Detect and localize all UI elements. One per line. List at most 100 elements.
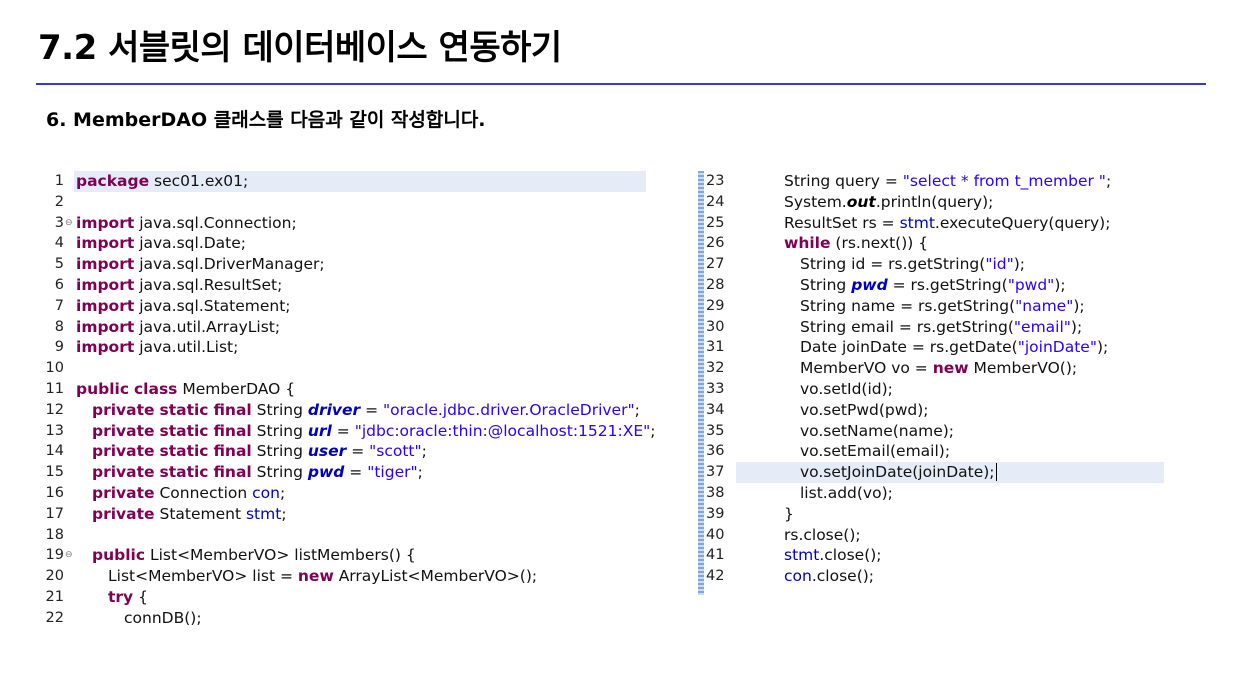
code-line: 5 import java.sql.DriverManager; [36, 254, 656, 275]
code-panel-right: 23 String query = "select * from t_member… [698, 171, 1168, 587]
code-text: private Statement stmt; [92, 504, 287, 523]
line-number: 27 [706, 256, 725, 273]
line-number: 23 [706, 173, 725, 189]
line-number: 28 [706, 276, 725, 293]
line-number: 41 [706, 547, 725, 564]
line-number: 34 [706, 401, 725, 418]
code-line: 3 ⊖ import java.sql.Connection; [36, 213, 656, 234]
code-line: 11 public class MemberDAO { [36, 379, 656, 400]
code-line: 2 [36, 192, 656, 213]
line-number: 24 [706, 193, 725, 210]
code-line: 10 [36, 358, 656, 379]
code-line: 24 System.out.println(query); [698, 192, 1168, 213]
code-text: stmt.close(); [784, 546, 882, 565]
code-text: con.close(); [784, 567, 875, 586]
code-text: Date joinDate = rs.getDate("joinDate"); [800, 338, 1109, 357]
code-text: private Connection con; [92, 483, 286, 502]
fold-icon[interactable]: ⊖ [65, 213, 73, 234]
code-text: vo.setEmail(email); [800, 442, 951, 461]
code-line: 33 vo.setId(id); [698, 379, 1168, 400]
code-line: 30 String email = rs.getString("email"); [698, 317, 1168, 338]
code-line: 6 import java.sql.ResultSet; [36, 275, 656, 296]
line-number: 20 [45, 568, 64, 585]
code-line: 23 String query = "select * from t_member… [698, 171, 1168, 192]
code-line: 32 MemberVO vo = new MemberVO(); [698, 358, 1168, 379]
code-line: 9 import java.util.List; [36, 337, 656, 358]
code-text: public class MemberDAO { [76, 379, 296, 398]
line-number: 2 [54, 193, 64, 210]
code-text: rs.close(); [784, 525, 861, 544]
code-line: 12 private static final String driver = "… [36, 400, 656, 421]
line-number: 10 [45, 360, 64, 377]
code-text: import java.sql.DriverManager; [76, 255, 325, 274]
line-number: 25 [706, 214, 725, 231]
code-line: 34 vo.setPwd(pwd); [698, 400, 1168, 421]
code-text: import java.util.ArrayList; [76, 317, 281, 336]
code-line: 4 import java.sql.Date; [36, 233, 656, 254]
code-line: 35 vo.setName(name); [698, 421, 1168, 442]
fold-icon[interactable]: ⊖ [65, 545, 73, 566]
code-text: vo.setName(name); [800, 421, 955, 440]
code-text: String name = rs.getString("name"); [800, 296, 1085, 315]
code-panel-left: 1 package sec01.ex01; 2 3 ⊖ import java.sql… [36, 171, 656, 629]
line-number: 21 [45, 588, 64, 605]
code-line: 25 ResultSet rs = stmt.executeQuery(query… [698, 213, 1168, 234]
line-number: 15 [45, 464, 64, 481]
code-text: private static final String url = "jdbc:… [92, 421, 656, 440]
code-text: vo.setPwd(pwd); [800, 400, 929, 419]
code-line: 13 private static final String url = "jdb… [36, 421, 656, 442]
line-number: 17 [45, 505, 64, 522]
code-text: private static final String driver = "or… [92, 400, 640, 419]
line-number: 13 [45, 422, 64, 439]
code-text: connDB(); [124, 608, 202, 627]
line-number: 8 [54, 318, 64, 335]
line-number: 39 [706, 505, 725, 522]
code-line: 29 String name = rs.getString("name"); [698, 296, 1168, 317]
line-number: 7 [54, 297, 64, 314]
line-number: 9 [54, 339, 64, 356]
code-line: 15 private static final String pwd = "tig… [36, 462, 656, 483]
line-number: 6 [54, 276, 64, 293]
line-number: 16 [45, 484, 64, 501]
code-line: 16 private Connection con; [36, 483, 656, 504]
line-number: 19 [45, 547, 64, 564]
line-number: 29 [706, 297, 725, 314]
code-text: private static final String user = "scot… [92, 442, 427, 461]
line-number: 37 [706, 464, 725, 481]
code-line: 36 vo.setEmail(email); [698, 441, 1168, 462]
line-number: 3 [54, 214, 64, 231]
line-number: 36 [706, 443, 725, 460]
code-line: 8 import java.util.ArrayList; [36, 317, 656, 338]
code-line: 21 try { [36, 587, 656, 608]
code-text: import java.sql.Statement; [76, 296, 291, 315]
line-number: 22 [45, 609, 64, 626]
code-text[interactable]: vo.setJoinDate(joinDate); [784, 462, 997, 483]
line-number: 4 [54, 235, 64, 252]
line-number: 35 [706, 422, 725, 439]
slide-title: 7.2 서블릿의 데이터베이스 연동하기 [38, 28, 562, 68]
line-number: 12 [45, 401, 64, 418]
code-line: 7 import java.sql.Statement; [36, 296, 656, 317]
line-number: 26 [706, 235, 725, 252]
code-line: 19 ⊖ public List<MemberVO> listMembers() { [36, 545, 656, 566]
code-text: String id = rs.getString("id"); [800, 255, 1025, 274]
code-line: 42 con.close(); [698, 566, 1168, 587]
line-number: 5 [54, 256, 64, 273]
title-divider [36, 83, 1206, 85]
code-line: 40 rs.close(); [698, 525, 1168, 546]
code-line: 26 while (rs.next()) { [698, 233, 1168, 254]
code-line-current: 37 vo.setJoinDate(joinDate); [698, 462, 1168, 483]
line-number: 14 [45, 443, 64, 460]
code-text: package sec01.ex01; [76, 172, 249, 190]
line-number: 42 [706, 568, 725, 585]
line-number: 32 [706, 360, 725, 377]
code-text: import java.sql.ResultSet; [76, 275, 283, 294]
code-line: 38 list.add(vo); [698, 483, 1168, 504]
code-line: 20 List<MemberVO> list = new ArrayList<Me… [36, 566, 656, 587]
line-number: 1 [54, 173, 64, 189]
code-line: 22 connDB(); [36, 608, 656, 629]
code-line: 14 private static final String user = "sc… [36, 441, 656, 462]
code-text: String pwd = rs.getString("pwd"); [800, 275, 1066, 294]
slide-subtitle: 6. MemberDAO 클래스를 다음과 같이 작성합니다. [46, 109, 486, 131]
code-text: vo.setId(id); [800, 379, 893, 398]
